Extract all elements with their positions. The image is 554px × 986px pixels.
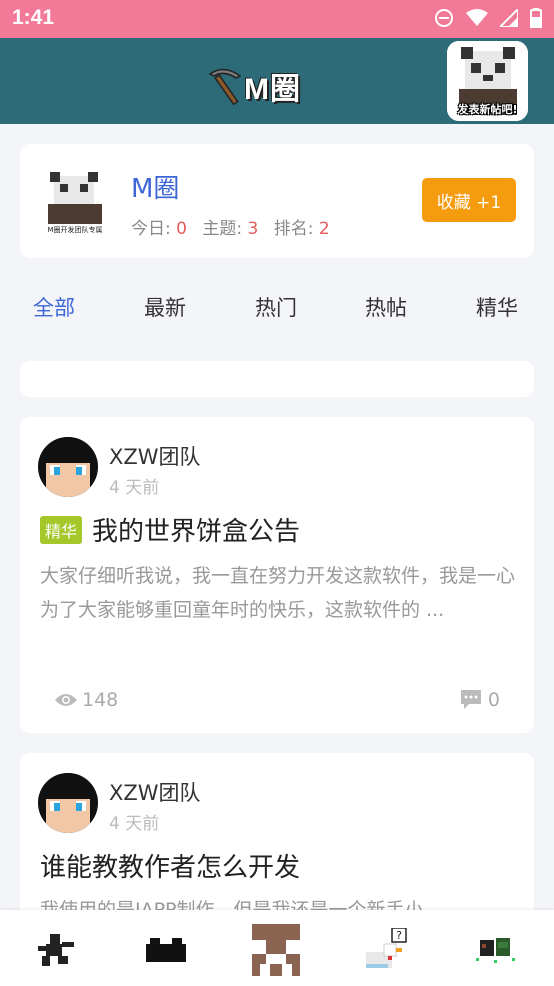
tab-featured[interactable]: 精华 [476, 292, 518, 322]
do-not-disturb-icon [435, 9, 453, 27]
comment-icon [460, 690, 481, 709]
rank-value: 2 [318, 219, 330, 239]
post-author[interactable]: XZW团队 [109, 777, 201, 807]
nav-item-center[interactable] [246, 924, 306, 976]
svg-text:?: ? [396, 929, 402, 942]
nav-item-home[interactable] [26, 924, 86, 976]
new-post-button[interactable]: 发表新帖吧! [447, 41, 528, 121]
author-avatar[interactable] [38, 437, 98, 497]
creeper-icon [252, 924, 300, 976]
bottom-navigation: ? [0, 910, 554, 986]
post-card[interactable]: XZW团队 4 天前 精华 我的世界饼盒公告 大家仔细听我说，我一直在努力开发这… [20, 417, 534, 733]
forum-name: M圈 [131, 174, 180, 204]
post-author[interactable]: XZW团队 [109, 441, 201, 471]
eye-icon [55, 694, 77, 706]
post-excerpt: 大家仔细听我说，我一直在努力开发这款软件，我是一心为了大家能够重回童年时的快乐，… [40, 565, 516, 621]
status-bar: 1:41 [0, 0, 554, 38]
topics-value: 3 [247, 219, 259, 239]
tab-hot-posts[interactable]: 热帖 [365, 292, 407, 322]
battery-icon [530, 8, 542, 28]
view-count: 148 [54, 689, 118, 711]
today-value: 0 [176, 219, 187, 239]
forum-stats: 今日: 0 主题: 3 排名: 2 [131, 214, 340, 239]
pickaxe-icon [208, 68, 242, 106]
villager-icon [476, 938, 515, 963]
nav-item-profile[interactable] [466, 924, 526, 976]
post-time: 4 天前 [109, 478, 160, 498]
new-post-caption: 发表新帖吧! [457, 103, 518, 116]
grass-block-icon [146, 938, 186, 962]
tab-popular[interactable]: 热门 [255, 292, 297, 322]
post-title-text: 我的世界饼盒公告 [92, 517, 301, 547]
status-time: 1:41 [12, 6, 55, 29]
post-title[interactable]: 精华 我的世界饼盒公告 [40, 511, 300, 548]
nav-item-questions[interactable]: ? [356, 924, 416, 976]
status-icons [434, 8, 542, 28]
post-card[interactable]: XZW团队 4 天前 谁能教教作者怎么开发 我使用的是IAPP制作，但是我还是一… [20, 753, 534, 923]
featured-badge: 精华 [40, 515, 83, 544]
favorite-button[interactable]: 收藏 +1 [422, 178, 516, 222]
rank-label: 排名: [273, 219, 314, 239]
tab-all[interactable]: 全部 [33, 292, 75, 322]
view-count-value: 148 [82, 689, 119, 711]
forum-avatar-caption: M圈开发团队专属 [47, 225, 102, 234]
forum-avatar: M圈开发团队专属 [44, 172, 106, 234]
runner-icon [38, 934, 74, 966]
app-logo: M圈 [208, 64, 301, 108]
signal-icon [500, 9, 518, 27]
post-title-text: 谁能教教作者怎么开发 [40, 853, 301, 883]
today-label: 今日: [131, 219, 171, 239]
empty-notice-card [20, 361, 534, 397]
app-title: M圈 [244, 73, 301, 106]
topics-label: 主题: [202, 219, 243, 239]
author-avatar[interactable] [38, 773, 98, 833]
app-header: M圈 发表新帖吧! [0, 38, 554, 124]
nav-item-explore[interactable] [136, 924, 196, 976]
comment-count-value: 0 [487, 689, 500, 711]
forum-info-card: M圈开发团队专属 M圈 今日: 0 主题: 3 排名: 2 收藏 +1 [20, 144, 534, 258]
comment-count[interactable]: 0 [460, 689, 500, 711]
post-title[interactable]: 谁能教教作者怎么开发 [40, 847, 300, 884]
tab-latest[interactable]: 最新 [144, 292, 186, 322]
chicken-question-icon: ? [366, 928, 407, 968]
post-time: 4 天前 [109, 814, 160, 834]
wifi-icon [466, 9, 488, 26]
filter-tabs: 全部 最新 热门 热帖 精华 [0, 288, 554, 328]
